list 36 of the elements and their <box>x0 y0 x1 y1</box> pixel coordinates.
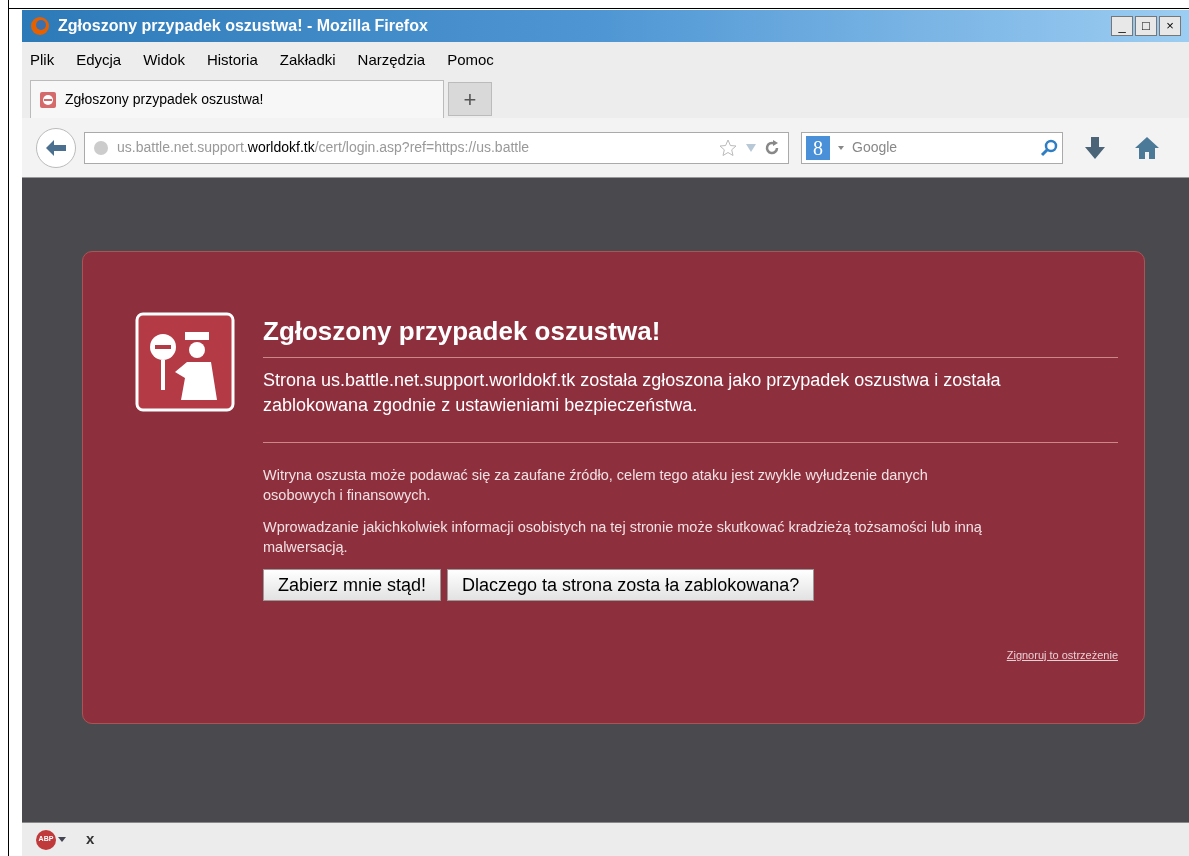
caret-icon[interactable] <box>58 837 66 842</box>
warning-summary: Strona us.battle.net.support.worldokf.tk została zgłoszona jako przypadek oszustwa i została zablokowana zgodnie z ustawieniami bezpieczeństwa. <box>263 368 1118 443</box>
warning-button[interactable]: Zabierz mnie stąd! <box>263 569 442 601</box>
minimize-button[interactable]: _ <box>1111 16 1133 36</box>
menu-item[interactable]: Widok <box>143 48 185 72</box>
menu-item[interactable]: Edycja <box>76 48 122 72</box>
window-title: Zgłoszony przypadek oszustwa! - Mozilla Firefox <box>58 16 429 36</box>
new-tab-button[interactable]: + <box>448 82 492 116</box>
menu-item[interactable]: Historia <box>206 48 258 72</box>
menu-item[interactable]: Pomoc <box>447 48 494 72</box>
maximize-button[interactable]: □ <box>1135 16 1157 36</box>
star-icon[interactable] <box>718 137 738 158</box>
close-button[interactable]: × <box>1159 16 1181 36</box>
police-officer-icon <box>135 312 235 412</box>
download-arrow-icon[interactable] <box>1085 136 1105 159</box>
blocked-icon <box>39 90 57 109</box>
url-text: us.battle.net.support.worldokf.tk/cert/login.asp?ref=https://us.battle <box>117 138 531 157</box>
close-addon-bar-button[interactable]: x <box>86 828 95 851</box>
warning-paragraph: Witryna oszusta może podawać się za zaufane źródło, celem tego ataku jest zwykle wyłudzenie danych osobowych i finansowych. <box>263 466 929 505</box>
menu-item[interactable]: Zakładki <box>279 48 336 72</box>
warning-paragraph: Wprowadzanie jakichkolwiek informacji osobistych na tej stronie może skutkować kradzieżą tożsamości lub inną malwersacją. <box>263 518 983 557</box>
back-button[interactable] <box>36 127 76 168</box>
globe-icon <box>93 139 109 156</box>
firefox-logo-icon <box>30 16 50 36</box>
ignore-warning-link[interactable]: Zignoruj to ostrzeżenie <box>1006 647 1118 664</box>
reload-icon[interactable] <box>764 139 780 156</box>
warning-button[interactable]: Dlaczego ta strona zosta ła zablokowana? <box>447 569 815 601</box>
caret-icon[interactable] <box>838 145 844 150</box>
home-icon[interactable] <box>1135 136 1159 159</box>
menu-item[interactable]: Narzędzia <box>357 48 426 72</box>
menu-item[interactable]: Plik <box>30 48 55 72</box>
browser-tab[interactable]: Zgłoszony przypadek oszustwa! <box>30 80 444 118</box>
address-bar[interactable]: us.battle.net.support.worldokf.tk/cert/login.asp?ref=https://us.battle <box>84 131 789 164</box>
search-icon[interactable] <box>1040 138 1058 157</box>
back-arrow-icon <box>45 138 67 157</box>
warning-title: Zgłoszony przypadek oszustwa! <box>263 312 1118 358</box>
